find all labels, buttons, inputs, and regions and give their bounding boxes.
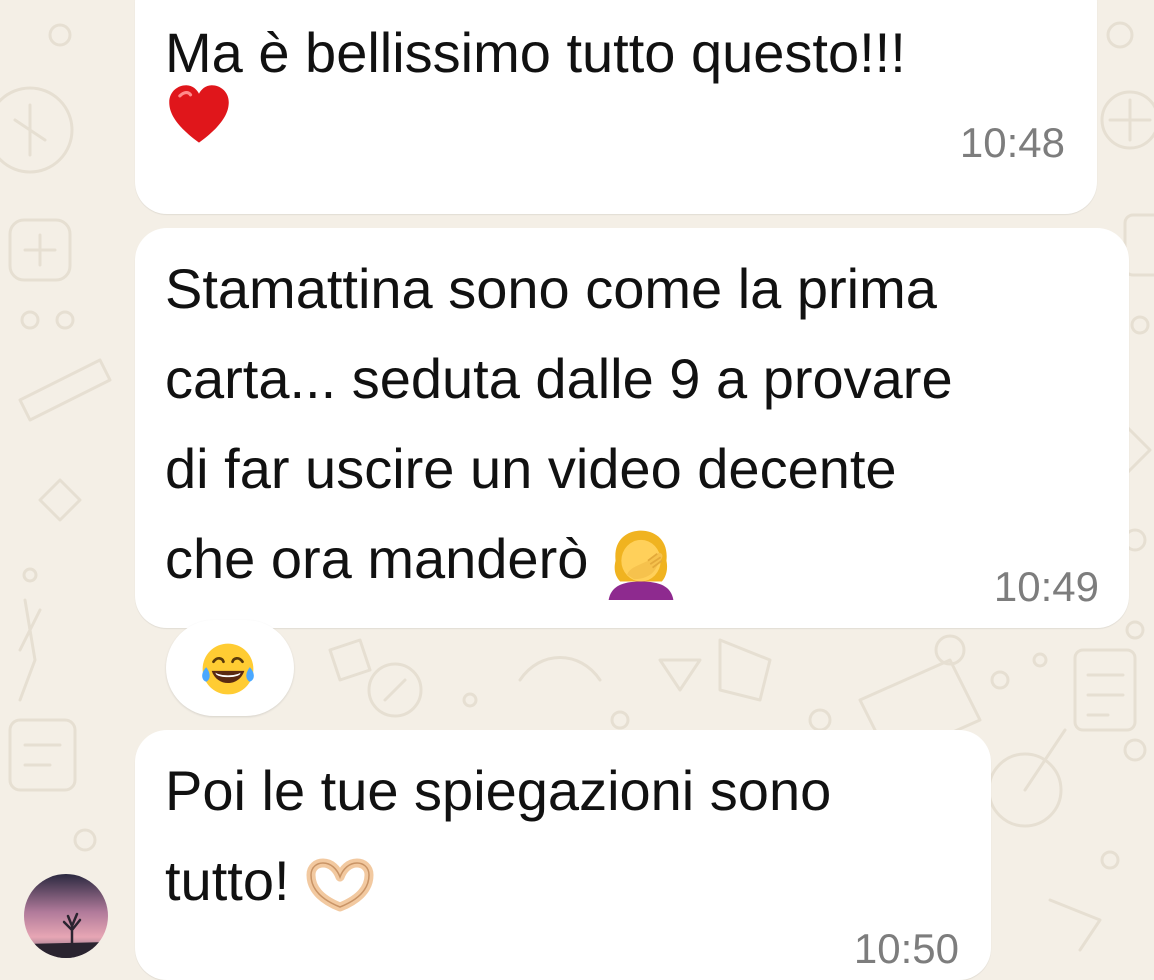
red-heart-icon — [165, 66, 233, 156]
message-line: carta... seduta dalle 9 a provare — [165, 347, 953, 410]
message-line: Ma è bellissimo tutto questo!!! — [165, 21, 906, 84]
message-text: Poi le tue spiegazioni sono tutto! — [165, 746, 831, 926]
message-line: tutto! — [165, 849, 290, 912]
message-timestamp: 10:48 — [959, 119, 1065, 166]
message-timestamp: 10:50 — [853, 925, 959, 972]
message-bubble[interactable]: Ma è bellissimo tutto questo!!! 10:48 — [135, 0, 1097, 214]
heart-hands-icon — [305, 849, 375, 912]
message-timestamp: 10:49 — [993, 563, 1099, 610]
message-line: che ora manderò — [165, 527, 589, 590]
woman-facepalming-icon — [604, 527, 678, 601]
avatar[interactable] — [24, 874, 108, 958]
message-line: Stamattina sono come la prima — [165, 257, 937, 320]
face-with-tears-of-joy-icon — [199, 640, 257, 698]
message-line: di far uscire un video decente — [165, 437, 897, 500]
message-line: Poi le tue spiegazioni sono — [165, 759, 832, 822]
message-text: Ma è bellissimo tutto questo!!! — [165, 8, 906, 98]
message-bubble[interactable]: Stamattina sono come la prima carta... s… — [135, 228, 1129, 628]
message-text: Stamattina sono come la prima carta... s… — [165, 244, 953, 604]
message-reaction[interactable] — [166, 620, 294, 716]
message-bubble[interactable]: Poi le tue spiegazioni sono tutto! 10:50 — [135, 730, 991, 980]
